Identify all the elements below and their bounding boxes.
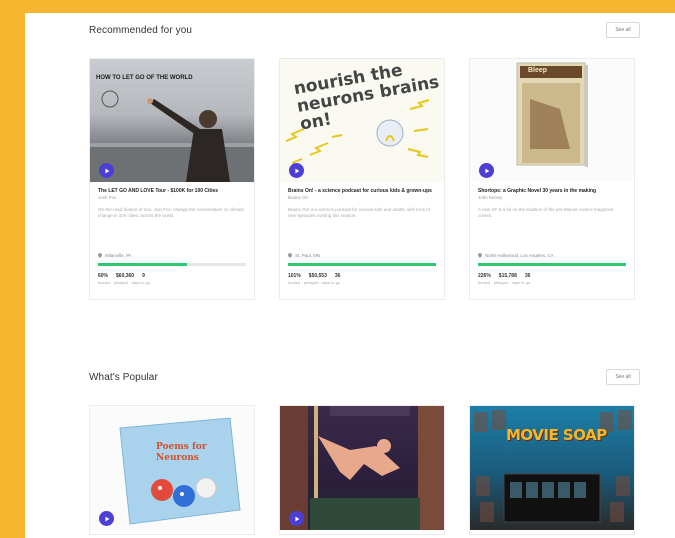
funding-progress-fill: [98, 263, 187, 266]
play-icon[interactable]: [289, 163, 304, 178]
location-label: North Hollywood, Los Angeles, CA: [485, 253, 554, 258]
project-author[interactable]: Josh Fox: [98, 195, 246, 200]
project-image[interactable]: [280, 406, 444, 530]
funded-percent: 60%: [98, 273, 109, 279]
project-card[interactable]: Poems for Neurons: [89, 405, 255, 535]
project-title[interactable]: The LET GO AND LOVE Tour - $100K for 100…: [98, 188, 246, 194]
project-author[interactable]: Brains On: [288, 195, 436, 200]
funding-stats: 101% $50,553 36: [288, 273, 340, 279]
project-blurb: Brains On! is a science podcast for curi…: [288, 207, 430, 218]
funding-progress-fill: [478, 263, 626, 266]
funding-progress-bar: [288, 263, 436, 266]
project-card[interactable]: MOVIE SOAP: [469, 405, 635, 535]
play-icon[interactable]: [289, 511, 304, 526]
project-location[interactable]: St. Paul, MN: [288, 253, 320, 258]
poetry-book-artwork: [119, 417, 241, 525]
image-caption: Poems for Neurons: [156, 442, 207, 463]
main-content: Recommended for you See all HOW TO LET G…: [25, 13, 675, 538]
location-label: St. Paul, MN: [295, 253, 321, 258]
pledged-amount: $60,360: [116, 273, 135, 279]
image-caption: Bleep: [528, 67, 548, 74]
project-blurb: A new SF & a hit on the tradition of the…: [478, 207, 614, 218]
project-image[interactable]: nourish the neurons brains on!: [280, 59, 444, 182]
funding-progress-fill: [288, 263, 436, 266]
pledged-amount: $15,788: [498, 273, 517, 279]
man-pointing-illustration: [90, 90, 254, 182]
project-card[interactable]: HOW TO LET GO OF THE WORLD The LET GO AN…: [89, 58, 255, 300]
project-title[interactable]: Brains On! - a science podcast for curio…: [288, 188, 436, 194]
backers-count: 36: [524, 273, 531, 279]
play-icon[interactable]: [99, 163, 114, 178]
backers-count: 9: [142, 273, 145, 279]
project-image[interactable]: Bleep: [470, 59, 634, 182]
aerial-performer-photo: [280, 406, 444, 530]
stats-labels: funded · pledged · days to go: [478, 280, 531, 285]
project-title[interactable]: Shortops: a Graphic Novel 30 years in th…: [478, 188, 626, 194]
project-card[interactable]: [279, 405, 445, 535]
backers-count: 36: [334, 273, 341, 279]
project-card[interactable]: nourish the neurons brains on! Brains On…: [279, 58, 445, 300]
funding-progress-bar: [478, 263, 626, 266]
project-image[interactable]: HOW TO LET GO OF THE WORLD: [90, 59, 254, 182]
stats-labels: funded · pledged · days to go: [288, 280, 341, 285]
project-blurb: On-the-road feature of tour. Join Fox, c…: [98, 207, 245, 218]
pledged-amount: $50,553: [308, 273, 327, 279]
project-location[interactable]: Milanville, PA: [98, 253, 132, 258]
project-image[interactable]: MOVIE SOAP: [470, 406, 634, 530]
project-image[interactable]: Poems for Neurons: [90, 406, 254, 530]
funding-stats: 226% $15,788 36: [478, 273, 530, 279]
funded-percent: 226%: [478, 273, 491, 279]
funding-stats: 60% $60,360 9: [98, 273, 145, 279]
funding-progress-bar: [98, 263, 246, 266]
project-card[interactable]: Bleep Shortops: a Graphic Novel 30 years…: [469, 58, 635, 300]
project-location[interactable]: North Hollywood, Los Angeles, CA: [478, 253, 554, 258]
location-pin-icon: [478, 253, 482, 258]
location-pin-icon: [98, 253, 102, 258]
location-label: Milanville, PA: [105, 253, 132, 258]
section-title-popular: What's Popular: [89, 372, 158, 383]
see-all-recommended-button[interactable]: See all: [606, 22, 640, 38]
play-icon[interactable]: [479, 163, 494, 178]
project-author[interactable]: John Kerrey: [478, 195, 626, 200]
stats-labels: funded · pledged · days to go: [98, 280, 151, 285]
play-icon[interactable]: [99, 511, 114, 526]
section-title-recommended: Recommended for you: [89, 25, 193, 36]
funded-percent: 101%: [288, 273, 301, 279]
image-caption: MOVIE SOAP: [506, 426, 607, 444]
comic-book-artwork: [516, 62, 588, 167]
see-all-popular-button[interactable]: See all: [606, 369, 640, 385]
location-pin-icon: [288, 253, 292, 258]
movie-posters-collage: [474, 410, 632, 523]
